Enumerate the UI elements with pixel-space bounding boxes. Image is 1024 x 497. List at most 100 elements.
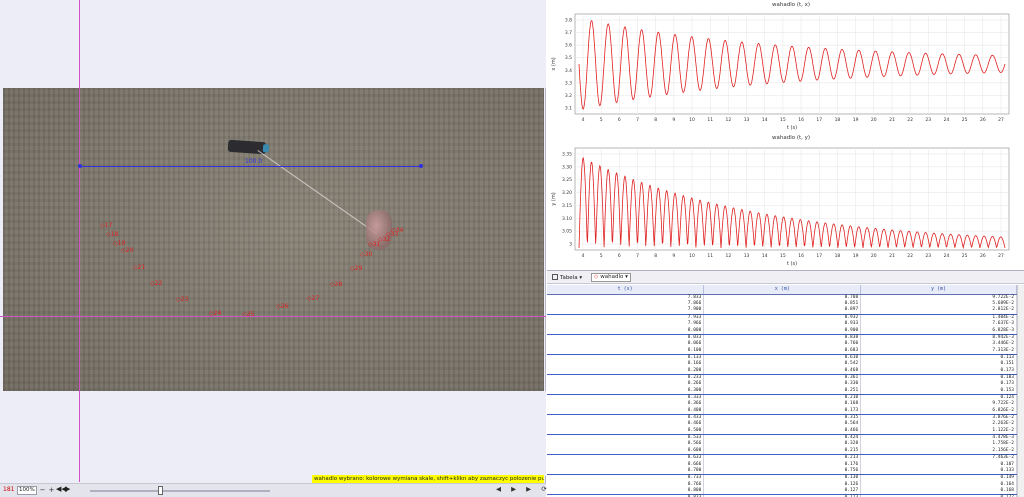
- table-row[interactable]: 8.233 0.361 0.183: [547, 374, 1017, 381]
- table-row[interactable]: 8.400 0.173 6.826E-2: [547, 407, 1017, 415]
- table-row[interactable]: 8.266 0.330 0.173: [547, 380, 1017, 388]
- table-row[interactable]: 8.366 0.168 9.722E-2: [547, 401, 1017, 408]
- table-cell[interactable]: 8.066: [547, 340, 705, 348]
- calibration-stick[interactable]: [80, 166, 421, 167]
- calibration-end-right[interactable]: [419, 164, 423, 168]
- table-cell[interactable]: 8.500: [547, 427, 705, 435]
- table-cell[interactable]: 0.933: [703, 320, 862, 328]
- table-row[interactable]: 8.533 0.424 4.478E-3: [547, 434, 1017, 442]
- table-row[interactable]: 7.866 0.851 5.689E-2: [547, 300, 1017, 308]
- table-row[interactable]: 7.933 0.932 1.404E-2: [547, 314, 1017, 321]
- trail-marker[interactable]: 21: [133, 264, 146, 271]
- table-tab[interactable]: Tabela ▾: [552, 274, 582, 281]
- table-cell[interactable]: 8.766: [547, 481, 705, 488]
- table-cell[interactable]: 0.610: [703, 354, 862, 361]
- table-scrollbar[interactable]: [1017, 285, 1024, 497]
- table-cell[interactable]: 0.173: [860, 380, 1017, 388]
- trail-marker[interactable]: 29: [350, 265, 363, 272]
- table-cell[interactable]: 8.100: [547, 347, 705, 355]
- table-cell[interactable]: 8.400: [547, 407, 705, 415]
- table-cell[interactable]: 7.463E-2: [860, 454, 1017, 462]
- trail-marker[interactable]: 28: [330, 281, 343, 288]
- table-cell[interactable]: 0.151: [860, 360, 1017, 368]
- table-row[interactable]: 8.466 0.564 2.263E-2: [547, 421, 1017, 428]
- plot-area[interactable]: [574, 13, 1010, 115]
- table-row[interactable]: 8.300 0.251 0.153: [547, 387, 1017, 395]
- table-cell[interactable]: 0.130: [703, 474, 862, 482]
- table-cell[interactable]: 0.213: [703, 454, 862, 462]
- seek-slider-thumb[interactable]: [158, 486, 163, 495]
- table-cell[interactable]: 8.666: [547, 461, 705, 468]
- table-row[interactable]: 8.133 0.610 0.113: [547, 354, 1017, 361]
- table-cell[interactable]: 2.263E-2: [860, 421, 1017, 428]
- table-cell[interactable]: 0.564: [703, 421, 862, 428]
- table-cell[interactable]: 8.333: [547, 394, 705, 401]
- table-row[interactable]: 8.600 0.215 2.156E-2: [547, 447, 1017, 455]
- step-controls[interactable]: ◀ ▶ ▶ ⟳: [496, 485, 551, 493]
- data-table[interactable]: t (s) x (m) y (m) 7.833 0.788 9.722E-2 7.86…: [547, 285, 1024, 497]
- trail-marker[interactable]: 30: [360, 251, 373, 258]
- table-cell[interactable]: 0.113: [860, 354, 1017, 361]
- table-cell[interactable]: 6.828E-3: [860, 327, 1017, 335]
- table-row[interactable]: 7.966 0.933 7.637E-3: [547, 320, 1017, 328]
- play-button[interactable]: ▶: [65, 485, 70, 493]
- table-cell[interactable]: 0.251: [703, 387, 862, 395]
- table-cell[interactable]: 0.542: [703, 360, 862, 368]
- table-cell[interactable]: 0.760: [703, 340, 862, 348]
- table-row[interactable]: 8.666 0.176 0.107: [547, 461, 1017, 468]
- table-cell[interactable]: 8.200: [547, 367, 705, 375]
- table-cell[interactable]: 0.168: [703, 401, 862, 408]
- table-cell[interactable]: 8.800: [547, 487, 705, 496]
- table-cell[interactable]: 0.330: [703, 380, 862, 388]
- table-cell[interactable]: 0.149: [860, 474, 1017, 482]
- table-row[interactable]: 7.833 0.788 9.722E-2: [547, 294, 1017, 301]
- table-cell[interactable]: 2.156E-2: [860, 447, 1017, 455]
- table-cell[interactable]: 0.173: [703, 407, 862, 415]
- video-pane[interactable]: 171819202122232425262728293031323334 100…: [0, 0, 547, 497]
- table-cell[interactable]: 7.933: [547, 314, 705, 321]
- coordinate-axis-x[interactable]: [0, 316, 546, 317]
- zoom-field[interactable]: 100%: [17, 486, 37, 495]
- table-row[interactable]: 8.166 0.542 0.151: [547, 360, 1017, 368]
- table-cell[interactable]: 8.942E-3: [860, 334, 1017, 341]
- table-row[interactable]: 8.333 0.210 0.124: [547, 394, 1017, 401]
- trail-marker[interactable]: 27: [307, 295, 320, 302]
- table-cell[interactable]: 0.788: [703, 294, 862, 301]
- table-cell[interactable]: 8.000: [547, 327, 705, 335]
- table-row[interactable]: 8.700 0.756 0.133: [547, 467, 1017, 476]
- table-cell[interactable]: 0.851: [703, 300, 862, 308]
- table-row[interactable]: 8.066 0.760 3.446E-2: [547, 340, 1017, 348]
- column-header-y[interactable]: y (m): [860, 285, 1017, 295]
- table-cell[interactable]: 0.124: [860, 394, 1017, 401]
- table-cell[interactable]: 1.404E-2: [860, 314, 1017, 321]
- table-cell[interactable]: 9.722E-2: [860, 294, 1017, 301]
- table-row[interactable]: 8.033 0.838 8.942E-3: [547, 334, 1017, 341]
- table-cell[interactable]: 7.966: [547, 320, 705, 328]
- trail-marker[interactable]: 18: [106, 231, 119, 238]
- table-cell[interactable]: 0.466: [703, 427, 862, 435]
- table-cell[interactable]: 0.932: [703, 314, 862, 321]
- table-cell[interactable]: 0.210: [703, 394, 862, 401]
- table-cell[interactable]: 0.838: [703, 334, 862, 341]
- zoom-out-button[interactable]: −: [39, 486, 46, 495]
- table-cell[interactable]: 0.176: [703, 461, 862, 468]
- plot-y-vs-t[interactable]: 4 5 6 7 8 9 10 11 12 13 14 15 16 17 18 19 20 21 22 23 24 25 26…: [547, 142, 1017, 268]
- table-cell[interactable]: 8.733: [547, 474, 705, 482]
- table-cell[interactable]: 0.315: [703, 414, 862, 422]
- table-cell[interactable]: 7.866: [547, 300, 705, 308]
- table-cell[interactable]: 7.313E-2: [860, 347, 1017, 355]
- table-row[interactable]: 8.200 0.468 0.173: [547, 367, 1017, 375]
- table-cell[interactable]: 8.533: [547, 434, 705, 442]
- table-cell[interactable]: 8.700: [547, 467, 705, 476]
- table-cell[interactable]: 6.826E-2: [860, 407, 1017, 415]
- table-cell[interactable]: 0.164: [860, 481, 1017, 488]
- table-row[interactable]: 8.433 0.315 3.876E-2: [547, 414, 1017, 422]
- table-cell[interactable]: 7.833: [547, 294, 705, 301]
- table-row[interactable]: 8.566 0.328 1.758E-2: [547, 441, 1017, 448]
- coordinate-axis-y[interactable]: [79, 0, 80, 482]
- table-cell[interactable]: 8.566: [547, 441, 705, 448]
- trail-marker[interactable]: 19: [113, 240, 126, 247]
- table-cell[interactable]: 8.600: [547, 447, 705, 455]
- table-cell[interactable]: 8.433: [547, 414, 705, 422]
- table-row[interactable]: 8.800 0.127 0.168: [547, 487, 1017, 496]
